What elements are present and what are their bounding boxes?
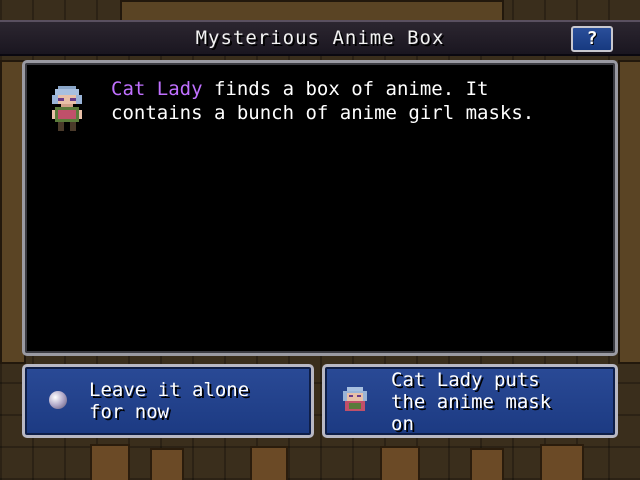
cat-lady-portrait-icon xyxy=(52,86,82,131)
choice-label-line: Cat Lady puts xyxy=(391,369,540,391)
cat-lady-portrait-icon xyxy=(343,387,367,411)
crate xyxy=(90,444,130,480)
orb-icon xyxy=(49,391,67,409)
choice-label-line: for now xyxy=(89,401,170,423)
event-text-line2: contains a bunch of anime girl masks. xyxy=(111,102,535,124)
crate xyxy=(540,444,584,480)
event-description: Cat Lady finds a box of anime. It contai… xyxy=(111,77,601,125)
crate xyxy=(250,446,288,480)
bookshelf-right xyxy=(618,60,640,364)
crate xyxy=(470,448,504,480)
choice-label-line: on xyxy=(391,413,414,435)
choice-leave-it-alone-button[interactable]: Leave it alone for now xyxy=(22,364,314,438)
choice-label: Leave it alone for now xyxy=(89,379,299,423)
choice-label-line: the anime mask xyxy=(391,391,552,413)
crate xyxy=(150,448,184,480)
choice-label: Cat Lady puts the anime mask on xyxy=(391,369,601,435)
event-text-line1: finds a box of anime. It xyxy=(202,78,489,100)
choice-put-on-mask-button[interactable]: Cat Lady puts the anime mask on xyxy=(322,364,618,438)
window-title: Mysterious Anime Box xyxy=(195,27,445,49)
event-panel: Cat Lady finds a box of anime. It contai… xyxy=(22,60,618,356)
character-name: Cat Lady xyxy=(111,78,203,100)
help-button[interactable]: ? xyxy=(571,26,613,52)
game-screen: Mysterious Anime Box ? Cat Lady finds a … xyxy=(0,0,640,480)
crate xyxy=(380,446,420,480)
title-bar: Mysterious Anime Box ? xyxy=(0,20,640,56)
choice-label-line: Leave it alone xyxy=(89,379,250,401)
